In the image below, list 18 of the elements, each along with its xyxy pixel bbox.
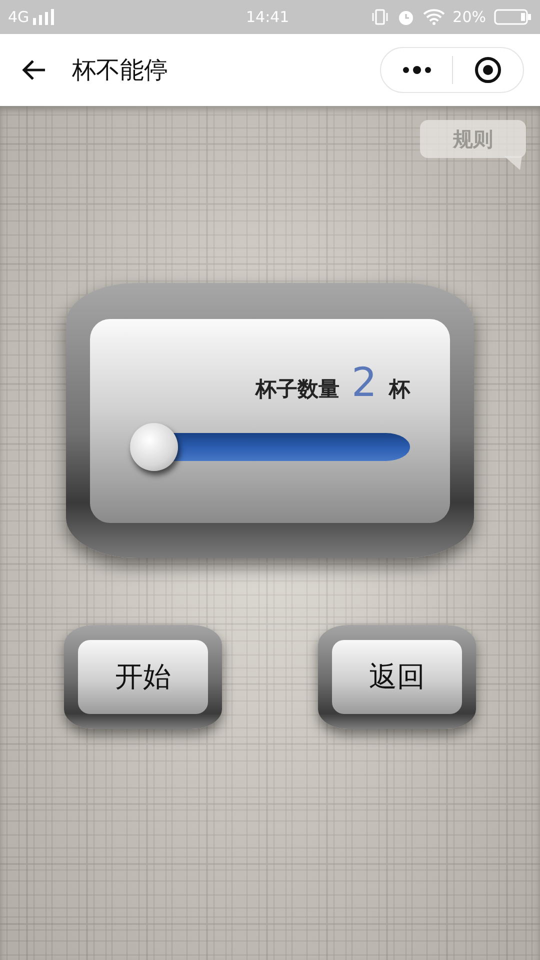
alarm-icon: [396, 8, 415, 26]
vibrate-icon: [370, 8, 389, 26]
page-title: 杯不能停: [72, 55, 168, 86]
action-button[interactable]: 返回: [332, 640, 462, 714]
battery-icon: [494, 8, 532, 26]
target-icon: [474, 56, 502, 84]
clock: 14:41: [246, 6, 290, 28]
wifi-icon: [422, 9, 445, 25]
action-button[interactable]: 开始: [78, 640, 208, 714]
back-arrow-icon: [21, 59, 47, 81]
speech-tail-icon: [504, 156, 522, 170]
more-icon: [402, 65, 432, 75]
cup-count-label: 杯子数量: [256, 376, 340, 402]
slider-thumb[interactable]: [130, 423, 178, 471]
cup-count-value: 2: [352, 362, 377, 402]
network-label: 4G: [8, 6, 30, 28]
cup-unit: 杯: [389, 376, 410, 402]
battery-percent: 20%: [452, 6, 486, 28]
